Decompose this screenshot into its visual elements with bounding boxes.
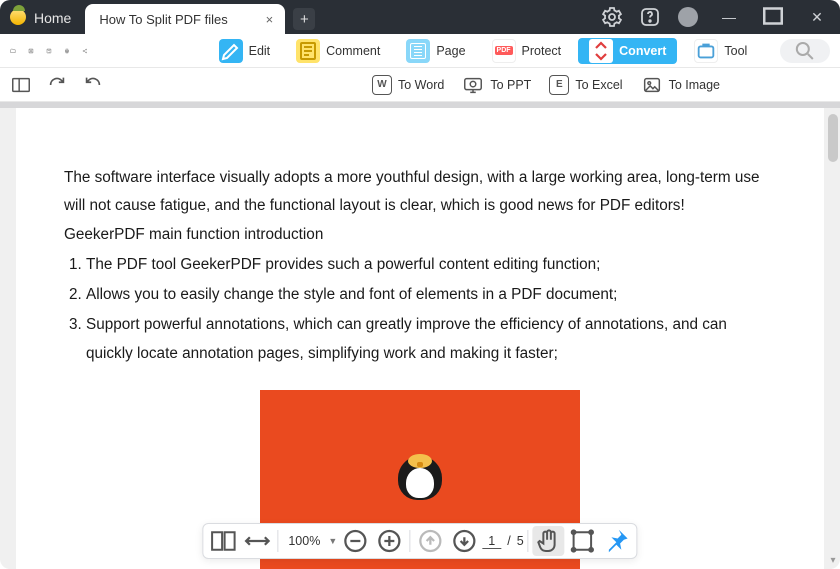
pdf-page[interactable]: The software interface visually adopts a… (16, 108, 824, 569)
titlebar-controls: — ✕ (600, 0, 832, 34)
document-viewport: The software interface visually adopts a… (0, 102, 840, 569)
select-tool-button[interactable] (567, 526, 599, 556)
close-window-button[interactable]: ✕ (802, 9, 832, 26)
tool-icon (694, 39, 718, 63)
zoom-dropdown-icon[interactable]: ▼ (328, 536, 337, 546)
zoom-level[interactable]: 100% (282, 534, 326, 548)
to-word-label: To Word (398, 78, 444, 92)
tool-label: Tool (724, 44, 747, 58)
zoom-in-button[interactable] (373, 526, 405, 556)
close-tab-icon[interactable]: × (261, 11, 277, 27)
reading-mode-icon[interactable] (207, 526, 239, 556)
protect-tool-button[interactable]: PDF Protect (483, 38, 571, 64)
to-ppt-button[interactable]: To PPT (462, 74, 531, 96)
prev-page-button[interactable] (414, 526, 446, 556)
comment-tool-button[interactable]: Comment (287, 38, 389, 64)
save-icon[interactable] (28, 41, 34, 61)
fit-width-icon[interactable] (241, 526, 273, 556)
view-controls-bar: 100% ▼ 1 / 5 (202, 523, 637, 559)
app-logo-icon (8, 7, 28, 27)
current-page-input[interactable]: 1 (482, 534, 501, 549)
page-icon (406, 39, 430, 63)
list-item: Support powerful annotations, which can … (86, 311, 776, 368)
search-icon (790, 39, 820, 63)
save-as-icon[interactable] (46, 41, 52, 61)
help-icon[interactable] (638, 5, 662, 29)
sub-toolbar: W To Word To PPT E To Excel To Image (0, 68, 840, 102)
panel-toggle-icon[interactable] (10, 74, 32, 96)
edit-icon (219, 39, 243, 63)
tab-title: How To Split PDF files (99, 12, 227, 27)
comment-label: Comment (326, 44, 380, 58)
to-image-button[interactable]: To Image (641, 74, 720, 96)
search-input[interactable] (780, 39, 830, 63)
settings-icon[interactable] (600, 5, 624, 29)
to-ppt-label: To PPT (490, 78, 531, 92)
penguin-graphic (393, 440, 447, 500)
tool-button[interactable]: Tool (685, 38, 756, 64)
page-label: Page (436, 44, 465, 58)
edit-tool-button[interactable]: Edit (210, 38, 280, 64)
undo-icon[interactable] (82, 74, 104, 96)
convert-tool-button[interactable]: Convert (578, 38, 677, 64)
share-icon[interactable] (82, 41, 88, 61)
open-file-icon[interactable] (10, 41, 16, 61)
next-page-button[interactable] (448, 526, 480, 556)
to-word-button[interactable]: W To Word (372, 75, 444, 95)
protect-icon: PDF (492, 39, 516, 63)
main-toolbar: Edit Comment Page PDF Protect Convert (0, 34, 840, 68)
paragraph: The software interface visually adopts a… (64, 164, 776, 221)
list-item: Allows you to easily change the style an… (86, 281, 776, 309)
zoom-out-button[interactable] (339, 526, 371, 556)
page-indicator: 1 / 5 (482, 534, 523, 549)
print-icon[interactable] (64, 41, 70, 61)
user-avatar[interactable] (676, 5, 700, 29)
paragraph: GeekerPDF main function introduction (64, 221, 776, 249)
new-tab-button[interactable]: + (293, 8, 315, 30)
ppt-icon (462, 74, 484, 96)
scrollbar-thumb[interactable] (828, 114, 838, 162)
minimize-button[interactable]: — (714, 9, 744, 25)
redo-icon[interactable] (46, 74, 68, 96)
to-image-label: To Image (669, 78, 720, 92)
page-separator: / (507, 534, 510, 548)
home-tab[interactable]: Home (34, 10, 71, 26)
to-excel-button[interactable]: E To Excel (549, 75, 622, 95)
comment-icon (296, 39, 320, 63)
document-tab[interactable]: How To Split PDF files × (85, 4, 285, 34)
scroll-down-icon[interactable]: ▾ (828, 555, 838, 565)
titlebar: Home How To Split PDF files × + — ✕ (0, 0, 840, 34)
page-tool-button[interactable]: Page (397, 38, 474, 64)
to-excel-label: To Excel (575, 78, 622, 92)
image-icon (641, 74, 663, 96)
hand-tool-button[interactable] (533, 526, 565, 556)
protect-label: Protect (522, 44, 562, 58)
edit-label: Edit (249, 44, 271, 58)
convert-label: Convert (619, 44, 666, 58)
word-icon: W (372, 75, 392, 95)
page-count: 5 (517, 534, 524, 548)
pin-toolbar-button[interactable] (601, 526, 633, 556)
convert-icon (589, 39, 613, 63)
excel-icon: E (549, 75, 569, 95)
list-item: The PDF tool GeekerPDF provides such a p… (86, 251, 776, 279)
vertical-scrollbar[interactable]: ▾ (828, 114, 838, 563)
maximize-button[interactable] (758, 1, 788, 34)
